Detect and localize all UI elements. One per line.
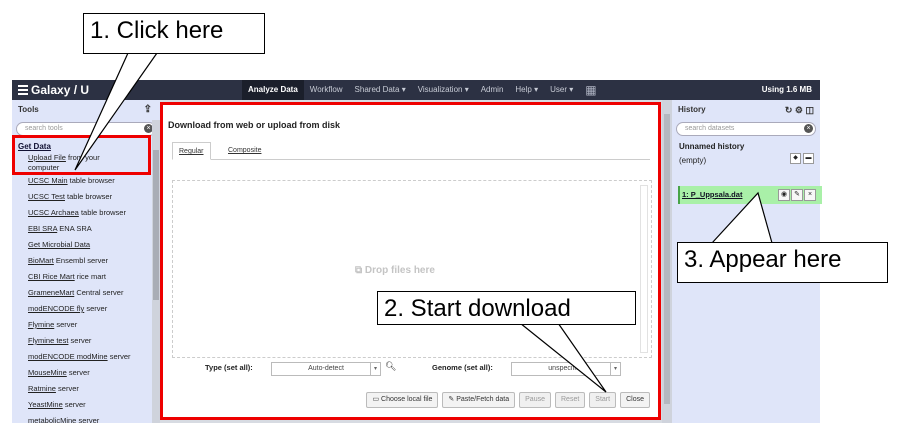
- callout-appear-here: 3. Appear here: [677, 242, 888, 283]
- callout-pointers: [74, 52, 773, 393]
- callout-click-here: 1. Click here: [83, 13, 265, 54]
- callout-start-download: 2. Start download: [377, 291, 636, 325]
